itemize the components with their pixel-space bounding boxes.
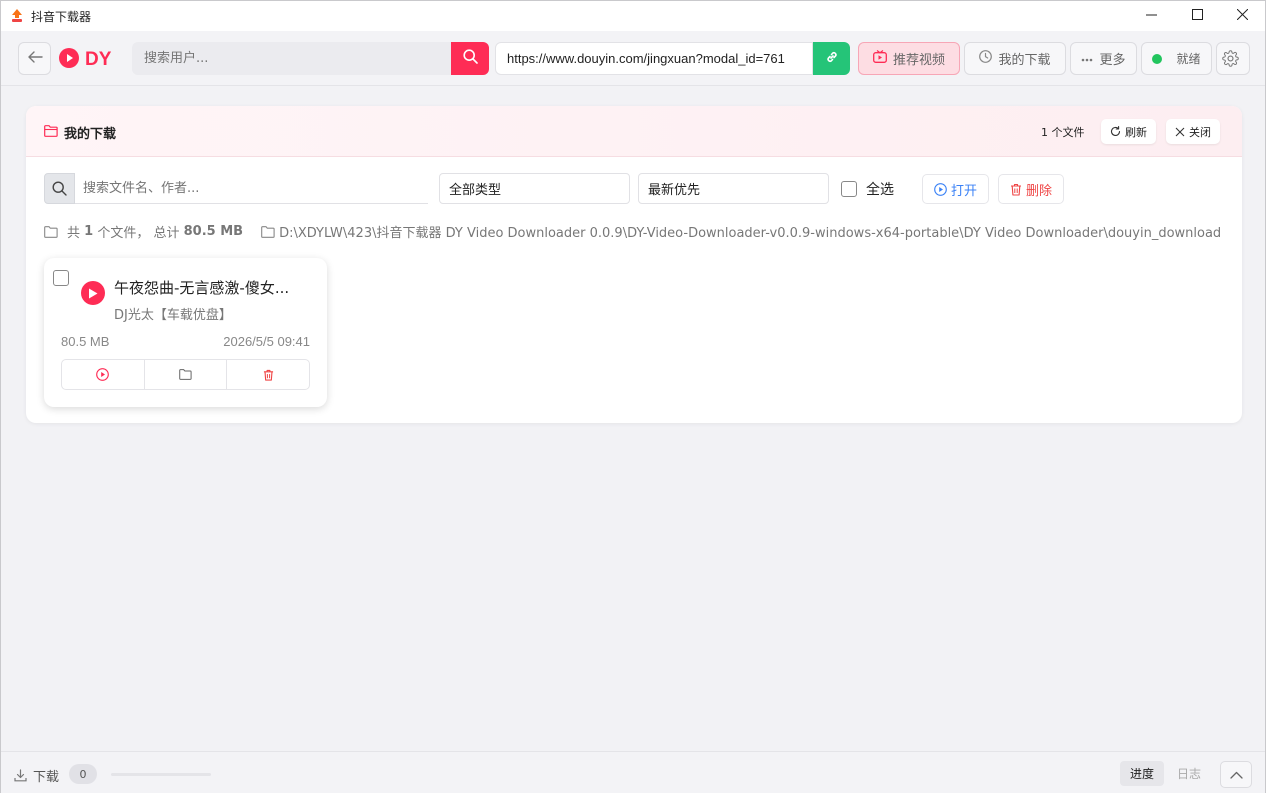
tab-progress[interactable]: 进度 — [1120, 761, 1165, 786]
play-circle-icon — [934, 182, 951, 196]
maximize-icon — [1191, 8, 1203, 24]
minimize-button[interactable] — [1128, 1, 1174, 31]
chevron-up-icon — [1229, 771, 1243, 779]
open-label: 打开 — [951, 183, 978, 199]
panel-header: 我的下载 1 个文件 刷新 关闭 — [26, 106, 1242, 157]
my-downloads-button[interactable]: 我的下载 — [964, 42, 1066, 75]
open-folder-button[interactable] — [145, 360, 228, 389]
downloads-panel: 我的下载 1 个文件 刷新 关闭 全部类型 最新优先 全选 — [26, 106, 1242, 423]
more-label: 更多 — [1099, 53, 1126, 68]
download-progress-bar — [111, 773, 211, 776]
download-queue-label: 下载 — [14, 766, 59, 785]
close-icon — [1236, 8, 1248, 24]
arrow-left-icon — [27, 50, 43, 68]
play-logo-icon — [59, 48, 79, 72]
clock-icon — [979, 50, 998, 67]
download-count-badge: 0 — [69, 764, 97, 784]
folder-open-icon — [44, 124, 64, 141]
download-path-text[interactable]: D:\XDYLW\423\抖音下载器 DY Video Downloader 0… — [279, 222, 1221, 241]
more-button[interactable]: 更多 — [1070, 42, 1137, 75]
parse-link-button[interactable] — [813, 42, 850, 75]
search-button[interactable] — [451, 42, 489, 75]
play-file-button[interactable] — [62, 360, 145, 389]
my-downloads-label: 我的下载 — [998, 53, 1051, 68]
search-icon — [462, 49, 478, 68]
file-date: 2026/5/5 09:41 — [223, 334, 310, 349]
file-author: DJ光太【车载优盘】 — [114, 308, 232, 323]
select-all-label: 全选 — [866, 182, 894, 198]
close-panel-label: 关闭 — [1189, 125, 1211, 139]
gear-icon — [1221, 50, 1245, 67]
status-indicator: 就绪 — [1141, 42, 1212, 75]
logo-text: DY — [85, 49, 112, 70]
file-search-icon-box[interactable] — [44, 173, 75, 204]
trash-icon — [263, 369, 274, 381]
user-search-field[interactable] — [132, 42, 452, 75]
summary-prefix: 共 — [67, 226, 81, 241]
download-icon — [14, 769, 33, 782]
summary-mid: 个文件， 总计 — [97, 226, 180, 241]
folder-icon — [44, 225, 67, 238]
minimize-icon — [1145, 9, 1157, 24]
delete-button[interactable]: 删除 — [998, 174, 1065, 204]
expand-panel-button[interactable] — [1220, 761, 1252, 788]
status-bar: 下载 0 进度 日志 — [1, 751, 1265, 793]
sort-value: 最新优先 — [648, 183, 701, 198]
play-circle-icon — [96, 368, 110, 381]
window-title: 抖音下载器 — [31, 10, 92, 24]
x-close-icon — [1175, 127, 1189, 137]
link-icon — [826, 51, 838, 67]
app-window: 抖音下载器 DY 推荐视频 — [0, 0, 1266, 793]
file-count-badge: 1 个文件 — [1041, 126, 1085, 139]
app-logo-icon — [11, 9, 23, 23]
file-search-input[interactable] — [75, 173, 428, 203]
file-title: 午夜怨曲-无言感激-傻女... — [114, 279, 290, 297]
sort-select[interactable]: 最新优先 — [638, 173, 829, 204]
title-bar: 抖音下载器 — [1, 1, 1265, 31]
refresh-icon — [1110, 126, 1125, 137]
status-dot-icon — [1152, 53, 1163, 64]
back-button[interactable] — [18, 42, 51, 75]
download-path: D:\XDYLW\423\抖音下载器 DY Video Downloader 0… — [261, 222, 1221, 241]
download-label: 下载 — [33, 770, 60, 785]
summary-row: 共 1 个文件， 总计 80.5 MB D:\XDYLW\423\抖音下载器 D… — [44, 222, 1221, 241]
file-actions — [61, 359, 310, 390]
url-field[interactable] — [495, 42, 813, 75]
panel-title: 我的下载 — [44, 123, 116, 142]
folder-icon — [179, 369, 192, 380]
folder-icon — [261, 225, 279, 238]
more-dots-icon — [1081, 51, 1099, 66]
summary-count: 1 — [84, 224, 94, 239]
delete-file-button[interactable] — [227, 360, 309, 389]
file-size: 80.5 MB — [61, 334, 110, 349]
tab-log[interactable]: 日志 — [1167, 761, 1211, 786]
recommend-videos-button[interactable]: 推荐视频 — [858, 42, 960, 75]
file-checkbox[interactable] — [53, 270, 69, 286]
maximize-button[interactable] — [1174, 1, 1220, 31]
url-input[interactable] — [496, 43, 812, 74]
search-icon — [52, 181, 67, 196]
select-all-checkbox[interactable] — [841, 181, 857, 197]
settings-button[interactable] — [1216, 42, 1250, 75]
recommend-videos-label: 推荐视频 — [892, 53, 945, 68]
type-filter-value: 全部类型 — [449, 183, 502, 198]
close-window-button[interactable] — [1219, 1, 1265, 31]
delete-label: 删除 — [1026, 183, 1053, 199]
file-search-field[interactable] — [75, 173, 428, 204]
user-search-input[interactable] — [132, 42, 452, 75]
summary-total: 80.5 MB — [183, 224, 244, 239]
file-card[interactable]: 午夜怨曲-无言感激-傻女... DJ光太【车载优盘】 80.5 MB 2026/… — [44, 258, 327, 407]
trash-icon — [1010, 183, 1026, 196]
open-button[interactable]: 打开 — [922, 174, 990, 204]
play-video-icon[interactable] — [81, 281, 105, 305]
tv-icon — [873, 50, 893, 67]
refresh-label: 刷新 — [1125, 125, 1147, 139]
app-logo: DY — [59, 48, 111, 72]
type-filter-select[interactable]: 全部类型 — [439, 173, 630, 204]
close-panel-button[interactable]: 关闭 — [1166, 119, 1220, 144]
panel-title-label: 我的下载 — [64, 127, 117, 142]
status-label: 就绪 — [1176, 52, 1201, 66]
refresh-button[interactable]: 刷新 — [1101, 119, 1156, 144]
toolbar: DY 推荐视频 我的下载 更多 就绪 — [1, 31, 1265, 86]
